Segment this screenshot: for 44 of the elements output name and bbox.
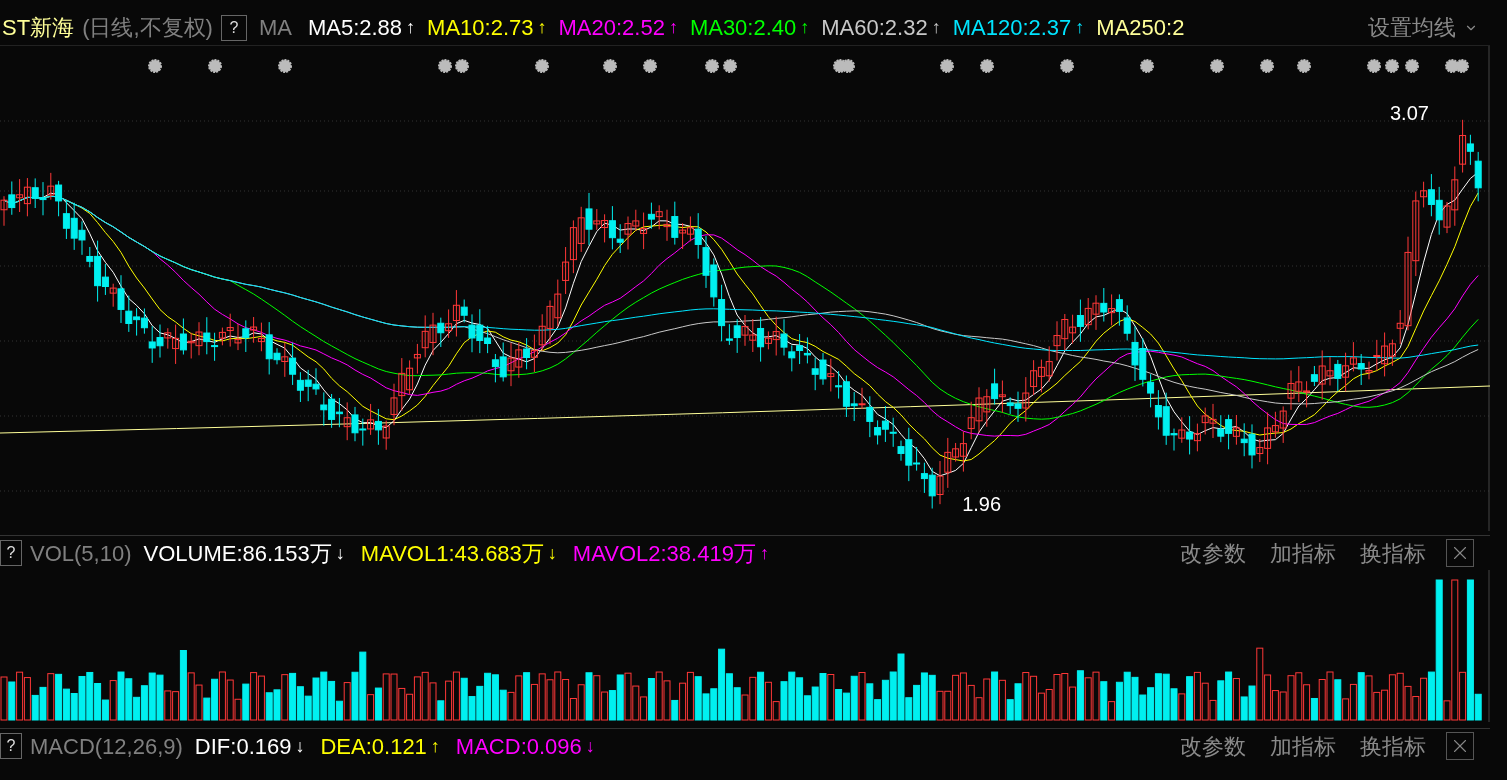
period-label: (日线,不复权) bbox=[82, 14, 213, 42]
trend-arrow: ↓ bbox=[585, 734, 595, 758]
indicator-value: MA60:2.32 bbox=[821, 14, 928, 42]
close-button[interactable] bbox=[1446, 732, 1474, 760]
ma-settings-dropdown[interactable]: 设置均线 bbox=[1368, 11, 1490, 44]
indicator-value: VOLUME:86.153万 bbox=[143, 539, 332, 568]
indicator-value: MA20:2.52 bbox=[558, 14, 665, 42]
panel-action-button[interactable]: 改参数 bbox=[1180, 536, 1246, 570]
trend-arrow: ↑ bbox=[668, 16, 678, 39]
low-price-label: 1.96 bbox=[962, 491, 1002, 517]
indicator-value: MA5:2.88 bbox=[307, 14, 403, 42]
trend-arrow: ↓ bbox=[295, 734, 305, 758]
indicator-value: MA10:2.73 bbox=[427, 14, 534, 42]
indicator-value: MACD:0.096 bbox=[455, 732, 582, 761]
panel-action-button[interactable]: 换指标 bbox=[1360, 536, 1426, 570]
close-button[interactable] bbox=[1446, 539, 1474, 567]
high-price-label: 3.07 bbox=[1390, 101, 1429, 126]
stock-name: ST新海 bbox=[2, 14, 75, 42]
indicator-value: MA30:2.40 bbox=[689, 14, 797, 42]
indicator-value: DEA:0.121 bbox=[320, 732, 427, 761]
panel-action-button[interactable]: 加指标 bbox=[1270, 729, 1336, 763]
trend-arrow: ↑ bbox=[406, 16, 416, 39]
indicator-value: MA120:2.37 bbox=[952, 14, 1072, 42]
trend-arrow: ↑ bbox=[430, 734, 440, 758]
trend-arrow: ↑ bbox=[800, 16, 810, 39]
panel-action-button[interactable]: 加指标 bbox=[1270, 536, 1336, 570]
indicator-name: MA bbox=[258, 14, 292, 42]
indicator-value: MA250:2 bbox=[1096, 14, 1185, 42]
indicator-name: MACD(12,26,9) bbox=[30, 732, 183, 761]
indicator-value: DIF:0.169 bbox=[194, 732, 292, 761]
panel-action-button[interactable]: 改参数 bbox=[1180, 729, 1246, 763]
help-button[interactable]: ? bbox=[0, 733, 22, 759]
trend-arrow: ↓ bbox=[547, 541, 557, 565]
help-button[interactable]: ? bbox=[220, 14, 247, 41]
indicator-value: MAVOL2:38.419万 bbox=[572, 539, 756, 568]
trend-arrow: ↑ bbox=[759, 541, 769, 565]
trend-arrow: ↑ bbox=[537, 16, 547, 39]
indicator-name: VOL(5,10) bbox=[30, 539, 132, 568]
trend-arrow: ↑ bbox=[931, 16, 941, 39]
trend-arrow: ↓ bbox=[335, 541, 345, 565]
trend-arrow: ↑ bbox=[1075, 16, 1085, 39]
panel-action-button[interactable]: 换指标 bbox=[1360, 729, 1426, 763]
indicator-value: MAVOL1:43.683万 bbox=[360, 539, 544, 568]
help-button[interactable]: ? bbox=[0, 540, 22, 566]
